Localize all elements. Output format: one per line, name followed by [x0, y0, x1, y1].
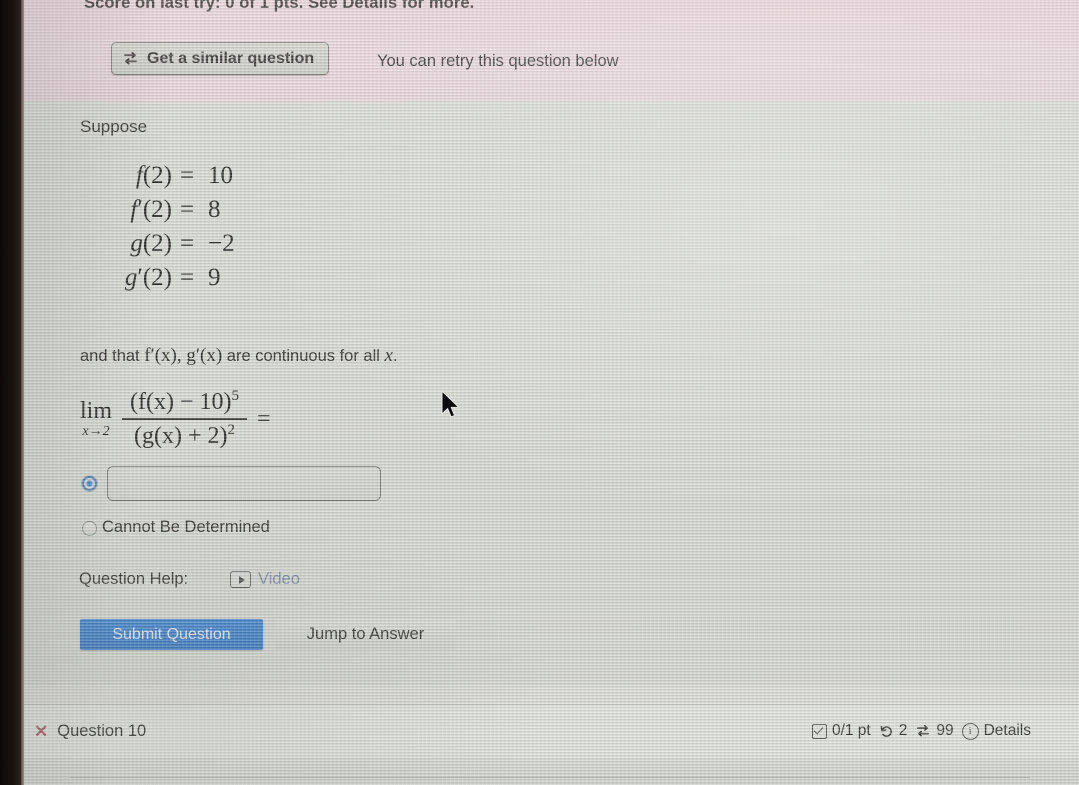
answer-input[interactable]: [107, 466, 381, 501]
x-mark-icon: ✕: [34, 722, 49, 741]
limit-denominator: (g(x) + 2)2: [126, 420, 243, 452]
continuity-functions: f′(x), g′(x): [144, 345, 223, 366]
undo-arrow-icon: [879, 724, 894, 739]
bottom-divider: [70, 777, 1030, 778]
given-lhs: f(2): [135, 162, 172, 189]
monitor-bezel: [0, 0, 21, 785]
given-lhs: f′(2): [130, 196, 172, 223]
limit-numerator-exponent: 5: [231, 388, 240, 404]
retry-count-group: 2: [879, 722, 908, 740]
points-group: 0/1 pt: [811, 722, 871, 740]
given-equals: =: [179, 162, 195, 189]
screen-photo: Score on last try: 0 of 1 pts. See Detai…: [0, 0, 1079, 785]
radio-cannot-be-determined[interactable]: [82, 521, 97, 536]
details-link[interactable]: i Details: [961, 722, 1031, 740]
similar-count-group: 99: [915, 722, 954, 740]
given-rhs: 8: [208, 196, 221, 223]
limit-operator: lim x→2: [80, 399, 112, 439]
continuity-prefix: and that: [80, 347, 145, 365]
given-row: g(2) = −2: [94, 230, 235, 264]
footer-question-status: ✕ Question 10: [34, 722, 146, 741]
footer-meta: 0/1 pt 2 99 i Details: [811, 722, 1031, 740]
given-row: f(2) = 10: [94, 162, 235, 196]
limit-subscript: x→2: [82, 424, 110, 439]
limit-equals: =: [257, 405, 271, 432]
cannot-be-determined-label[interactable]: Cannot Be Determined: [102, 518, 270, 537]
swap-arrows-icon: [915, 724, 931, 738]
next-question-strip: [22, 758, 1079, 785]
given-lhs: g(2): [130, 230, 172, 257]
submit-question-button[interactable]: Submit Question: [80, 619, 263, 650]
limit-denominator-base: (g(x) + 2): [134, 423, 228, 449]
jump-to-answer-button[interactable]: Jump to Answer: [275, 619, 456, 650]
monitor-bezel-edge: [21, 0, 24, 785]
given-values-list: f(2) = 10 f′(2) = 8 g(2) = −2 g′(2) = 9: [94, 162, 235, 298]
get-similar-question-button[interactable]: Get a similar question: [111, 42, 330, 75]
given-equals: =: [179, 230, 195, 257]
given-rhs: −2: [208, 230, 235, 257]
similar-count-label: 99: [936, 722, 954, 739]
video-help-link[interactable]: Video: [230, 570, 300, 589]
swap-arrows-icon: [122, 51, 139, 66]
continuity-suffix: .: [392, 347, 398, 365]
retry-hint-text: You can retry this question below: [377, 52, 619, 70]
question-footer: ✕ Question 10 0/1 pt 2 99 i Details: [22, 704, 1079, 759]
radio-answer-input[interactable]: [82, 476, 97, 491]
play-video-icon: [230, 571, 251, 588]
given-equals: =: [179, 264, 195, 291]
question-help-label: Question Help:: [79, 570, 189, 588]
question-number-label: Question 10: [57, 722, 147, 740]
limit-expression: lim x→2 (f(x) − 10)5 (g(x) + 2)2 =: [80, 386, 271, 452]
suppose-label: Suppose: [80, 117, 148, 136]
limit-fraction: (f(x) − 10)5 (g(x) + 2)2: [122, 386, 248, 452]
given-lhs: g′(2): [124, 264, 172, 291]
given-row: g′(2) = 9: [94, 264, 235, 298]
given-equals: =: [179, 196, 195, 223]
get-similar-question-label: Get a similar question: [147, 49, 315, 67]
details-label: Details: [983, 722, 1031, 739]
limit-numerator-base: (f(x) − 10): [130, 389, 232, 415]
limit-numerator: (f(x) − 10)5: [122, 386, 247, 418]
retry-banner: Score on last try: 0 of 1 pts. See Detai…: [22, 0, 1079, 101]
continuity-statement: and that f′(x), g′(x) are continuous for…: [80, 345, 398, 367]
points-label: 0/1 pt: [831, 722, 871, 739]
screen-surface: Score on last try: 0 of 1 pts. See Detai…: [22, 0, 1079, 785]
limit-operator-word: lim: [80, 398, 113, 424]
score-text: Score on last try: 0 of 1 pts. See Detai…: [84, 0, 475, 12]
given-rhs: 9: [208, 264, 221, 291]
page-content: Score on last try: 0 of 1 pts. See Detai…: [22, 0, 1079, 785]
continuity-middle: are continuous for all: [222, 347, 385, 365]
limit-denominator-exponent: 2: [227, 422, 236, 438]
retry-count-label: 2: [898, 722, 908, 739]
given-rhs: 10: [208, 162, 233, 189]
info-circle-icon: i: [961, 722, 979, 740]
checkbox-icon: [811, 723, 827, 739]
video-help-label: Video: [258, 570, 300, 588]
given-row: f′(2) = 8: [94, 196, 235, 230]
continuity-variable: x: [384, 345, 393, 366]
